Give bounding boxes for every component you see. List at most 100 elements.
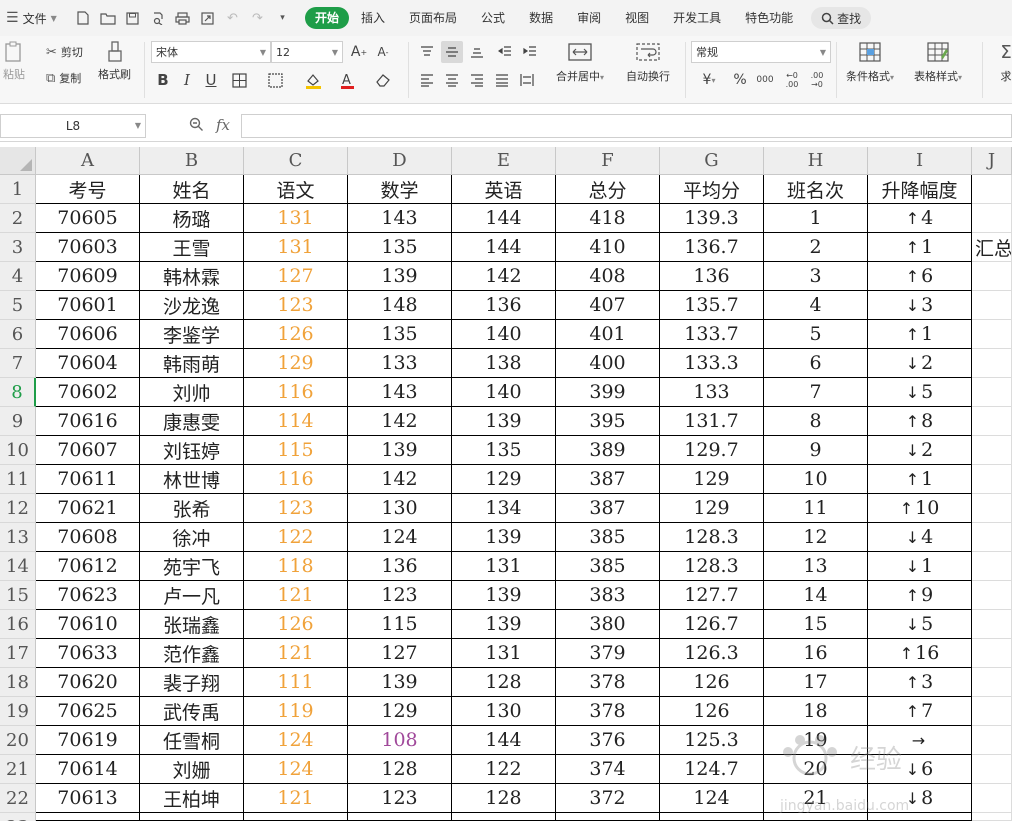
justify-icon[interactable] (491, 69, 513, 91)
table-cell[interactable]: 383 (556, 581, 660, 610)
table-cell[interactable]: 129 (660, 494, 764, 523)
table-cell[interactable]: 70606 (36, 320, 140, 349)
customize-quick-access-icon[interactable]: ▾ (270, 8, 295, 28)
align-bottom-icon[interactable] (466, 41, 488, 63)
align-top-icon[interactable] (416, 41, 438, 63)
table-cell-partial[interactable] (972, 813, 1012, 821)
table-cell[interactable]: 杨璐 (140, 204, 244, 233)
summary-label-cell[interactable]: 汇总 (972, 233, 1012, 262)
header-cell[interactable]: 班名次 (764, 175, 868, 204)
row-header-18[interactable]: 18 (0, 668, 36, 697)
copy-button[interactable]: ⧉ 复制 (46, 70, 81, 86)
cell-j[interactable] (972, 291, 1012, 320)
cell-j[interactable] (972, 755, 1012, 784)
cell-j[interactable] (972, 378, 1012, 407)
table-cell[interactable]: 395 (556, 407, 660, 436)
table-cell[interactable]: 408 (556, 262, 660, 291)
table-cell[interactable]: 142 (348, 407, 452, 436)
table-cell[interactable]: ↑ 4 (868, 204, 972, 233)
cell-j[interactable] (972, 349, 1012, 378)
table-cell[interactable]: 135 (348, 320, 452, 349)
table-cell[interactable]: 韩林霖 (140, 262, 244, 291)
table-cell[interactable]: 70620 (36, 668, 140, 697)
table-cell[interactable]: 范作鑫 (140, 639, 244, 668)
table-cell[interactable]: 126 (660, 668, 764, 697)
table-cell-partial[interactable] (764, 813, 868, 821)
row-header-9[interactable]: 9 (0, 407, 36, 436)
table-cell[interactable]: 124.7 (660, 755, 764, 784)
table-cell[interactable]: 17 (764, 668, 868, 697)
table-cell[interactable]: 118 (244, 552, 348, 581)
table-cell[interactable]: 10 (764, 465, 868, 494)
table-cell[interactable]: 124 (244, 726, 348, 755)
table-cell[interactable]: 裴子翔 (140, 668, 244, 697)
row-header-19[interactable]: 19 (0, 697, 36, 726)
table-cell[interactable]: 148 (348, 291, 452, 320)
table-cell[interactable]: 127 (348, 639, 452, 668)
table-cell[interactable]: 116 (244, 465, 348, 494)
table-cell[interactable]: 401 (556, 320, 660, 349)
tab-page-layout[interactable]: 页面布局 (397, 7, 469, 29)
table-cell[interactable]: 王雪 (140, 233, 244, 262)
table-cell[interactable]: ↑ 16 (868, 639, 972, 668)
table-cell[interactable]: ↓ 2 (868, 436, 972, 465)
table-cell[interactable]: 134 (452, 494, 556, 523)
table-cell[interactable]: 128 (348, 755, 452, 784)
table-cell[interactable]: 11 (764, 494, 868, 523)
column-header-i[interactable]: I (868, 147, 972, 175)
formula-input[interactable] (241, 114, 1012, 138)
table-cell[interactable]: ↓ 5 (868, 610, 972, 639)
select-all-button[interactable] (0, 147, 36, 175)
table-style-button[interactable]: 表格样式▾ (914, 40, 962, 84)
conditional-format-button[interactable]: 条件格式▾ (846, 40, 894, 84)
cell-j[interactable] (972, 552, 1012, 581)
table-cell[interactable]: 136.7 (660, 233, 764, 262)
header-cell[interactable]: 平均分 (660, 175, 764, 204)
header-cell[interactable]: 英语 (452, 175, 556, 204)
undo-icon[interactable]: ↶ (220, 8, 245, 28)
table-cell[interactable]: 19 (764, 726, 868, 755)
decrease-indent-icon[interactable] (494, 41, 516, 63)
cell-j[interactable] (972, 784, 1012, 813)
table-cell-partial[interactable] (244, 813, 348, 821)
redo-icon[interactable]: ↷ (245, 8, 270, 28)
table-cell[interactable]: 133 (348, 349, 452, 378)
table-cell[interactable]: 21 (764, 784, 868, 813)
cell-j[interactable] (972, 697, 1012, 726)
new-file-icon[interactable] (70, 8, 95, 28)
cell-j[interactable] (972, 204, 1012, 233)
table-cell[interactable]: 144 (452, 726, 556, 755)
table-cell[interactable]: 136 (660, 262, 764, 291)
cell-j[interactable] (972, 494, 1012, 523)
header-cell[interactable]: 姓名 (140, 175, 244, 204)
tab-insert[interactable]: 插入 (349, 7, 397, 29)
row-header-12[interactable]: 12 (0, 494, 36, 523)
row-header-5[interactable]: 5 (0, 291, 36, 320)
table-cell[interactable]: 126 (244, 610, 348, 639)
table-cell[interactable]: 70619 (36, 726, 140, 755)
table-cell[interactable]: 143 (348, 378, 452, 407)
column-header-g[interactable]: G (660, 147, 764, 175)
cell-style-icon[interactable] (264, 69, 286, 91)
table-cell[interactable]: 379 (556, 639, 660, 668)
table-cell[interactable]: 韩雨萌 (140, 349, 244, 378)
table-cell-partial[interactable] (36, 813, 140, 821)
table-cell[interactable]: ↓ 2 (868, 349, 972, 378)
table-cell[interactable]: 70602 (36, 378, 140, 407)
table-cell[interactable]: 9 (764, 436, 868, 465)
table-cell[interactable]: 126 (244, 320, 348, 349)
table-cell[interactable]: 王柏坤 (140, 784, 244, 813)
table-cell[interactable]: 刘姗 (140, 755, 244, 784)
cell-j[interactable] (972, 726, 1012, 755)
tab-data[interactable]: 数据 (517, 7, 565, 29)
column-header-c[interactable]: C (244, 147, 348, 175)
table-cell[interactable]: 18 (764, 697, 868, 726)
table-cell[interactable]: 70605 (36, 204, 140, 233)
table-cell[interactable]: ↓ 8 (868, 784, 972, 813)
table-cell[interactable]: 143 (348, 204, 452, 233)
table-cell[interactable]: ↑ 1 (868, 320, 972, 349)
table-cell-partial[interactable] (556, 813, 660, 821)
open-folder-icon[interactable] (95, 8, 120, 28)
table-cell[interactable]: 123 (244, 291, 348, 320)
table-cell-partial[interactable] (452, 813, 556, 821)
